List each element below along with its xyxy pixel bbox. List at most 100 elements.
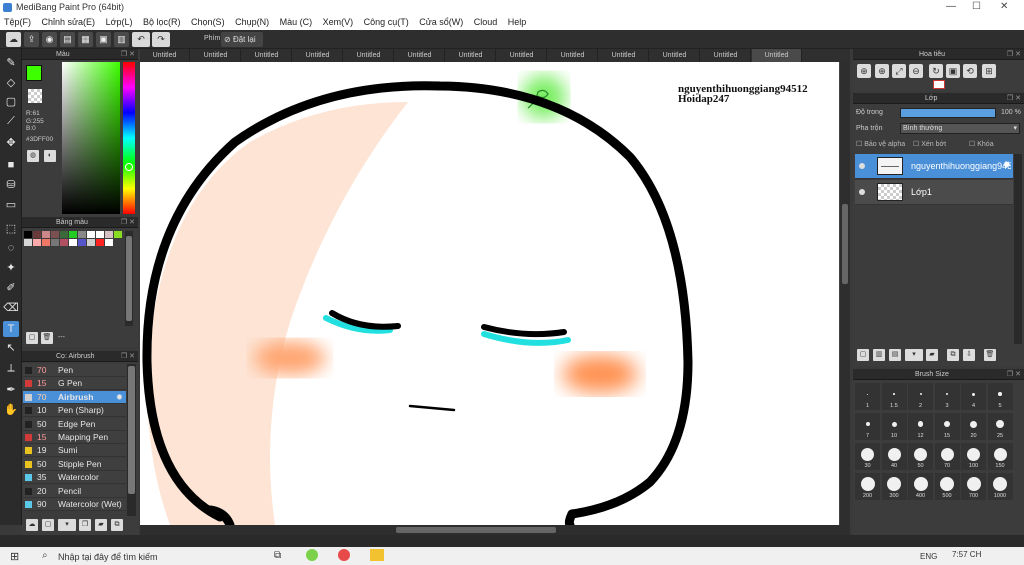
protect-alpha-checkbox[interactable]: ☐ Bảo vệ alpha (856, 140, 905, 148)
brush-scroll-thumb[interactable] (128, 366, 135, 494)
visibility-icon[interactable] (859, 163, 865, 169)
saturation-brightness-picker[interactable] (62, 62, 120, 214)
gradient-tool-icon[interactable]: ▭ (3, 197, 19, 213)
brush-size-option[interactable]: 100 (961, 443, 986, 470)
menu-help[interactable]: Help (508, 15, 527, 30)
color-swatch[interactable] (114, 231, 122, 238)
color-swatch[interactable] (42, 231, 50, 238)
tab-untitled[interactable]: Untitled (650, 49, 700, 62)
fill-rect-icon[interactable]: ■ (3, 157, 19, 173)
magic-wand-icon[interactable]: ✦ (3, 260, 19, 276)
page-icon[interactable]: ▥ (114, 32, 129, 47)
brush-size-option[interactable]: 1 (855, 383, 880, 410)
panel-menu-icon[interactable]: ❐ ✕ (1007, 369, 1021, 380)
color-swatch[interactable] (51, 239, 59, 246)
swatch-scroll-thumb[interactable] (126, 236, 132, 321)
brush-size-option[interactable]: 50 (908, 443, 933, 470)
merge-layer-icon[interactable]: ⇩ (963, 349, 975, 361)
line-tool-icon[interactable]: ⟋ (3, 113, 19, 129)
tab-untitled[interactable]: Untitled (752, 49, 802, 62)
tab-untitled[interactable]: Untitled (548, 49, 598, 62)
canvas-vertical-scrollbar[interactable] (840, 62, 850, 525)
operation-tool-icon[interactable]: ↖ (3, 340, 19, 356)
brush-item[interactable]: 15 G Pen (23, 377, 126, 391)
foreground-color-swatch[interactable] (26, 65, 42, 81)
brush-size-option[interactable]: 150 (987, 443, 1013, 470)
copy-brush-icon[interactable]: ❐ (79, 519, 91, 531)
menu-select[interactable]: Chọn(S) (191, 15, 225, 30)
brush-item[interactable]: 15 Mapping Pen (23, 431, 126, 444)
panel-menu-icon[interactable]: ❐ ✕ (1007, 49, 1021, 60)
reset-button[interactable]: ⊘ Đặt lại (221, 32, 263, 47)
new-8bit-layer-icon[interactable]: ▤ (889, 349, 901, 361)
color-swatch[interactable] (105, 231, 113, 238)
brush-size-option[interactable]: 1.5 (881, 383, 907, 410)
brush-item[interactable]: 20 Pencil (23, 484, 126, 498)
brush-size-option[interactable]: 25 (987, 413, 1013, 440)
rotate-reset-icon[interactable]: ⟲ (963, 64, 977, 78)
brush-scrollbar[interactable] (127, 364, 136, 516)
language-indicator[interactable]: ENG (920, 552, 937, 561)
menu-filter[interactable]: Bộ lọc(R) (143, 15, 181, 30)
visibility-icon[interactable] (859, 189, 865, 195)
brush-item[interactable]: 35 Watercolor (23, 471, 126, 485)
brush-size-option[interactable]: 400 (908, 473, 933, 500)
menu-window[interactable]: Cửa sổ(W) (419, 15, 463, 30)
add-swatch-icon[interactable]: ▢ (26, 332, 38, 344)
new-halftone-layer-icon[interactable]: ▥ (873, 349, 885, 361)
color-swatch[interactable] (24, 231, 32, 238)
tab-untitled[interactable]: Untitled (344, 49, 394, 62)
hue-slider[interactable] (123, 62, 135, 214)
taskbar-search-input[interactable]: Nhập tại đây để tìm kiếm (58, 552, 158, 562)
text-tool-icon[interactable]: T (3, 321, 19, 337)
color-swatch[interactable] (69, 239, 77, 246)
layout-icon[interactable]: ▤ (60, 32, 75, 47)
lasso-tool-icon[interactable]: ◌ (3, 240, 19, 256)
cloud-icon[interactable]: ☁ (6, 32, 21, 47)
panel-menu-icon[interactable]: ❐ ✕ (121, 217, 135, 228)
folder-brush-icon[interactable]: ▰ (95, 519, 107, 531)
duplicate-brush-icon[interactable]: ⧉ (111, 519, 123, 531)
brush-size-option[interactable]: 1000 (987, 473, 1013, 500)
brush-size-option[interactable]: 30 (855, 443, 880, 470)
move-tool-icon[interactable]: ✥ (3, 135, 19, 151)
color-swatch[interactable] (33, 231, 41, 238)
comment-icon[interactable]: ◉ (42, 32, 57, 47)
color-swatch[interactable] (87, 239, 95, 246)
tab-untitled[interactable]: Untitled (242, 49, 292, 62)
brush-item[interactable]: 90 Watercolor (Wet) (23, 498, 126, 511)
panel-menu-icon[interactable]: ❐ ✕ (121, 351, 135, 362)
rotate-icon[interactable]: ↻ (929, 64, 943, 78)
menu-layer[interactable]: Lớp(L) (106, 15, 133, 30)
canvas-horizontal-thumb[interactable] (396, 527, 556, 533)
brush-size-option[interactable]: 20 (961, 413, 986, 440)
brush-size-option[interactable]: 4 (961, 383, 986, 410)
color-swatch[interactable] (105, 239, 113, 246)
dropper-tool-icon[interactable]: ⟂ (3, 360, 19, 376)
brush-size-option[interactable]: 5 (987, 383, 1013, 410)
zoom-out-icon[interactable]: ⊖ (909, 64, 923, 78)
maximize-button[interactable]: ☐ (972, 1, 981, 12)
color-swatch[interactable] (96, 231, 104, 238)
brush-item[interactable]: 50 Stipple Pen (23, 457, 126, 471)
brush-size-option[interactable]: 2 (908, 383, 933, 410)
layer-add-menu-icon[interactable]: ▾ (905, 349, 923, 361)
color-swatch[interactable] (24, 239, 32, 246)
layer-row[interactable]: nguyenthihuonggiang94512 ✹ (855, 154, 1013, 179)
brush-item[interactable]: 70 Pen (23, 364, 126, 377)
cloud-brush-icon[interactable]: ☁ (26, 519, 38, 531)
bucket-tool-icon[interactable]: ⛁ (3, 177, 19, 193)
menu-cloud[interactable]: Cloud (474, 15, 498, 30)
tab-untitled[interactable]: Untitled (446, 49, 496, 62)
color-swatch[interactable] (87, 231, 95, 238)
app-taskbar-icon[interactable] (306, 549, 318, 561)
brush-size-option[interactable]: 15 (934, 413, 960, 440)
fit-icon[interactable]: ⤢ (892, 64, 906, 78)
zoom-icon[interactable]: ⊕ (857, 64, 871, 78)
brush-size-option[interactable]: 700 (961, 473, 986, 500)
blend-mode-select[interactable]: Bình thường ▾ (900, 123, 1020, 134)
brush-item[interactable]: 50 Edge Pen (23, 417, 126, 431)
color-swatch[interactable] (96, 239, 104, 246)
color-picker-icon[interactable]: ◐ (44, 150, 56, 162)
brush-size-option[interactable]: 40 (881, 443, 907, 470)
